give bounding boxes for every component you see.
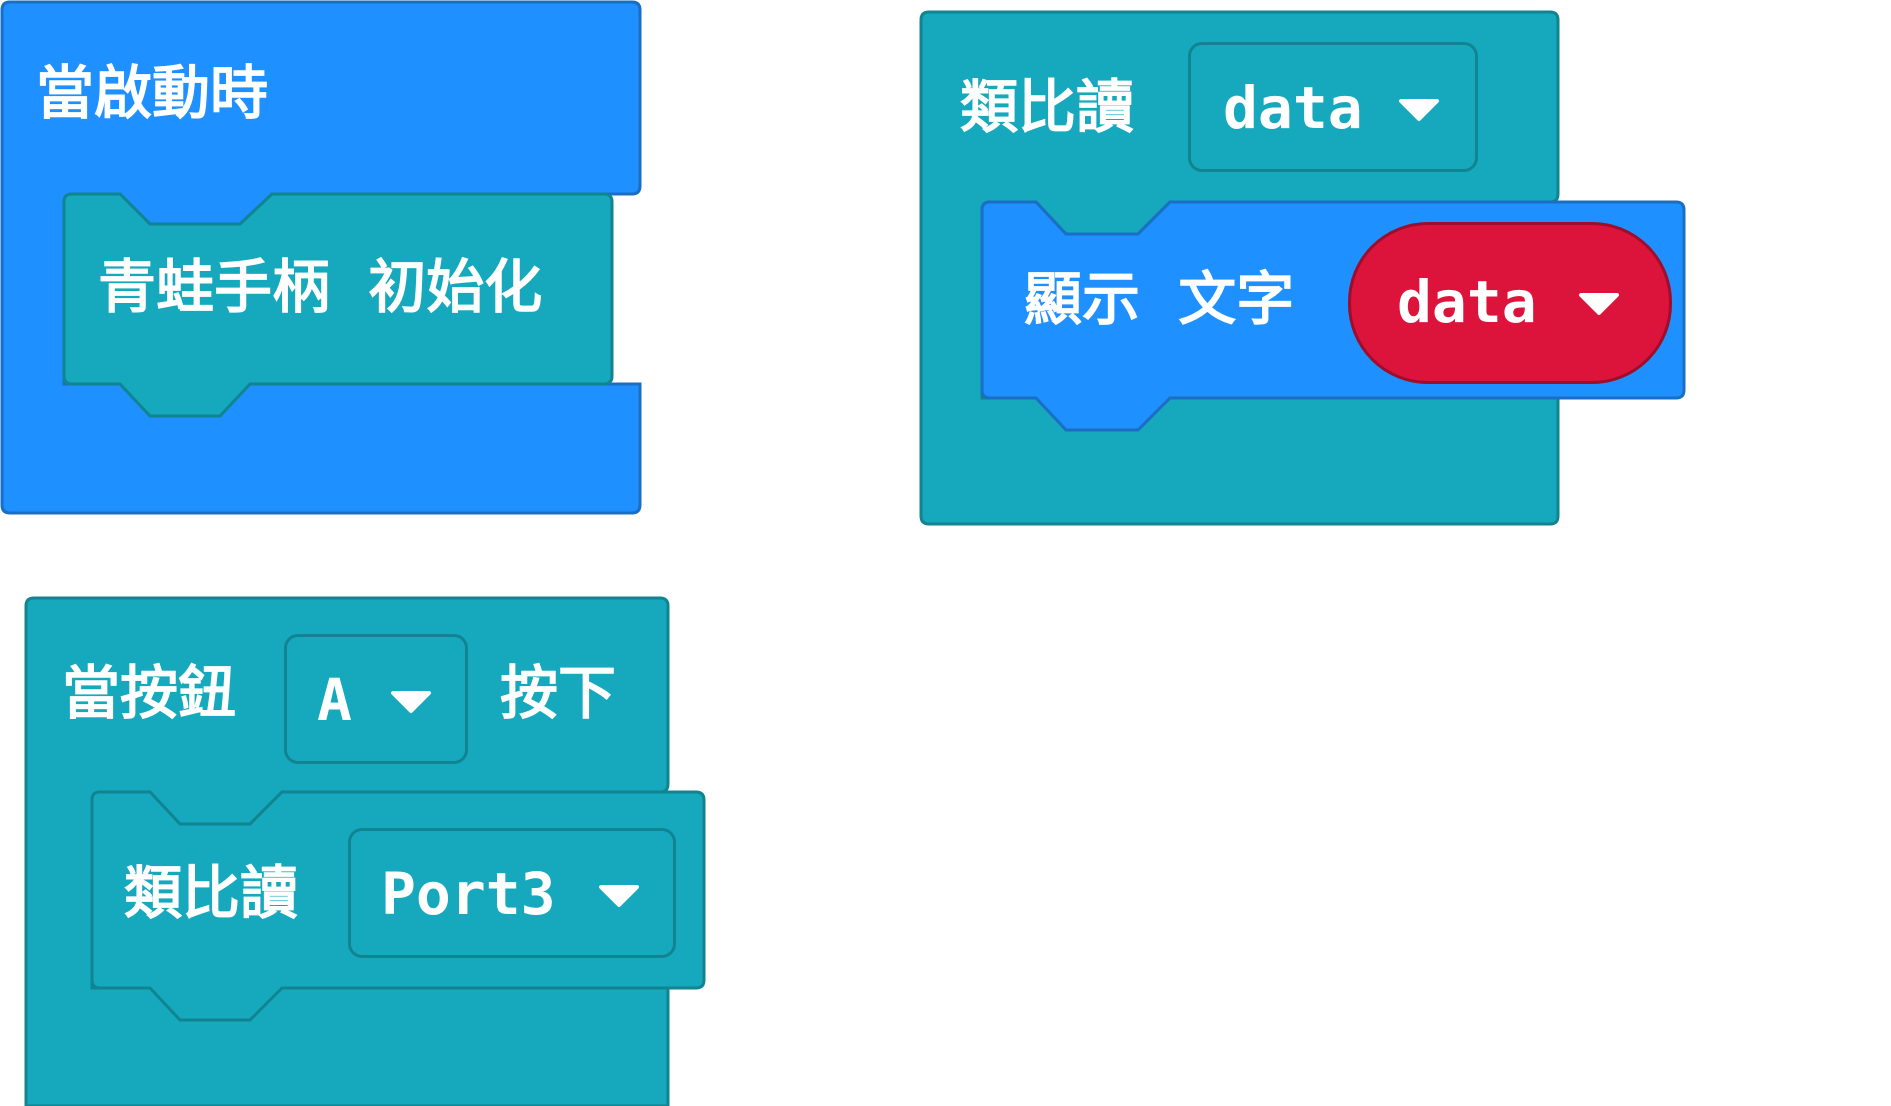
port-dropdown[interactable]: Port3	[348, 828, 676, 958]
dropdown-caret-icon	[1399, 99, 1439, 121]
port-dropdown-value: Port3	[381, 860, 556, 928]
analog-read-dropdown[interactable]: data	[1188, 42, 1478, 172]
on-button-label: 當按鈕	[62, 659, 237, 727]
analog-read-port-label: 類比讀	[124, 859, 299, 927]
button-dropdown-value: A	[317, 666, 352, 734]
dropdown-caret-icon	[599, 885, 639, 907]
button-dropdown[interactable]: A	[284, 634, 468, 764]
blocks-canvas	[0, 0, 1686, 1106]
dropdown-caret-icon	[391, 691, 431, 713]
frog-init-label: 青蛙手柄 初始化	[98, 253, 543, 321]
analog-read-label: 類比讀	[960, 73, 1135, 141]
on-start-label: 當啟動時	[36, 59, 269, 127]
variable-data-value: data	[1397, 268, 1537, 336]
show-text-label: 顯示 文字	[1024, 265, 1295, 333]
pressed-label: 按下	[500, 659, 617, 727]
analog-read-dropdown-value: data	[1223, 74, 1363, 142]
dropdown-caret-icon	[1579, 293, 1619, 315]
variable-data-reporter[interactable]: data	[1348, 222, 1672, 384]
